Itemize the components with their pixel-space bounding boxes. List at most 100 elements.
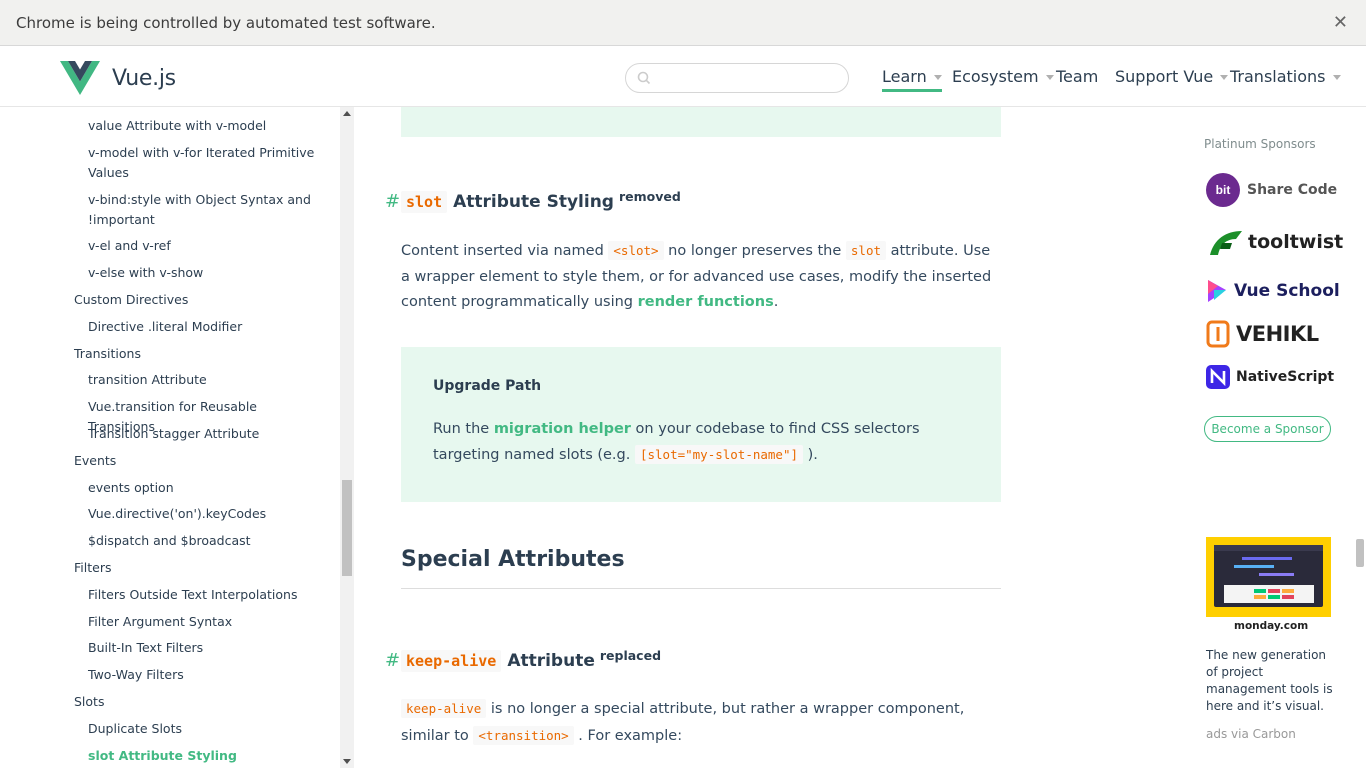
chevron-down-icon	[1332, 74, 1341, 80]
tooltwist-icon	[1210, 231, 1242, 255]
nav-learn[interactable]: Learn	[882, 67, 942, 92]
sidebar-item[interactable]: Vue.directive('on').keyCodes	[88, 504, 318, 524]
site-logo[interactable]: Vue.js	[60, 61, 176, 95]
sidebar-item[interactable]: v-el and v-ref	[88, 236, 318, 256]
nativescript-icon	[1206, 365, 1230, 389]
sidebar-item[interactable]: Built-In Text Filters	[88, 638, 318, 658]
section-paragraph: keep-alive is no longer a special attrib…	[401, 696, 1001, 749]
page-scrollbar-thumb[interactable]	[1356, 539, 1364, 567]
sidebar-item[interactable]: Directive .literal Modifier	[88, 317, 318, 337]
upgrade-path-box: Upgrade Path Run the migration helper on…	[401, 347, 1001, 502]
ad-image[interactable]	[1206, 537, 1331, 617]
main-content: # slot Attribute Styling removed Content…	[354, 107, 1184, 768]
replaced-badge: replaced	[599, 648, 662, 663]
page-scrollbar[interactable]	[1352, 107, 1366, 768]
sidebar-item[interactable]: $dispatch and $broadcast	[88, 531, 318, 551]
text: .	[773, 294, 779, 310]
text: no longer preserves the	[663, 243, 846, 259]
heading-title: Attribute	[507, 651, 595, 671]
nav-label: Team	[1056, 67, 1099, 86]
text: Run the	[433, 421, 494, 437]
sidebar-item[interactable]: v-model with v-for Iterated Primitive Va…	[88, 143, 318, 183]
sidebar-scrollbar[interactable]	[340, 107, 354, 768]
sponsors-title: Platinum Sponsors	[1204, 137, 1316, 151]
scroll-up-arrow-icon[interactable]	[343, 111, 351, 116]
sidebar-section[interactable]: Transitions	[74, 344, 141, 364]
infobar-text: Chrome is being controlled by automated …	[16, 13, 436, 32]
sidebar-item[interactable]: Transition stagger Attribute	[88, 424, 318, 444]
sponsor-name: Share Code	[1247, 182, 1338, 198]
heading-code: keep-alive	[401, 650, 502, 672]
ad-brand: monday.com	[1234, 620, 1309, 632]
migration-helper-link[interactable]: migration helper	[494, 421, 631, 437]
render-functions-link[interactable]: render functions	[638, 294, 774, 310]
scrollbar-thumb[interactable]	[342, 480, 352, 576]
sidebar-item[interactable]: value Attribute with v-model	[88, 116, 318, 136]
sidebar-section[interactable]: Custom Directives	[74, 290, 188, 310]
sidebar-item[interactable]: Filters Outside Text Interpolations	[88, 585, 318, 605]
tip-title: Upgrade Path	[433, 378, 542, 394]
ad-text[interactable]: The new generation of project management…	[1206, 647, 1336, 715]
section-paragraph: Content inserted via named <slot> no lon…	[401, 238, 1001, 316]
vehikl-icon	[1206, 320, 1230, 348]
sponsor-name: Vue School	[1234, 281, 1340, 301]
nav-team[interactable]: Team	[1056, 67, 1098, 86]
inline-code: [slot="my-slot-name"]	[634, 445, 804, 464]
sidebar-item[interactable]: Two-Way Filters	[88, 665, 318, 685]
sponsor-vueschool[interactable]: Vue School	[1206, 278, 1340, 304]
nav-label: Ecosystem	[952, 67, 1039, 86]
sidebar-item[interactable]: v-bind:style with Object Syntax and !imp…	[88, 190, 318, 230]
nav-label: Learn	[882, 67, 927, 86]
removed-badge: removed	[618, 189, 681, 204]
sidebar-item[interactable]: transition Attribute	[88, 370, 318, 390]
svg-text:bit: bit	[1216, 183, 1231, 197]
scroll-down-arrow-icon[interactable]	[343, 759, 351, 764]
text: . For example:	[573, 727, 683, 744]
inline-code: slot	[845, 241, 886, 260]
section-title-special-attributes: Special Attributes	[401, 547, 1001, 589]
nav-ecosystem[interactable]: Ecosystem	[952, 67, 1054, 86]
sidebar-item[interactable]: Filter Argument Syntax	[88, 612, 318, 632]
sponsors-column: Platinum Sponsors bit Share Code tooltwi…	[1184, 107, 1352, 768]
ad-screenshot-graphic	[1214, 545, 1323, 603]
site-header: Vue.js Learn Ecosystem Team Support Vue …	[0, 46, 1366, 107]
sponsor-bit[interactable]: bit Share Code	[1206, 173, 1337, 207]
inline-code: <transition>	[473, 725, 574, 745]
sidebar-item-active[interactable]: slot Attribute Styling	[88, 746, 318, 766]
vue-logo-icon	[60, 61, 100, 95]
close-icon[interactable]: ✕	[1333, 12, 1348, 33]
section-heading-keep-alive: # keep-alive Attribute replaced	[385, 648, 662, 672]
sidebar-item[interactable]: v-else with v-show	[88, 263, 318, 283]
heading-code: slot	[401, 191, 448, 213]
sponsor-vehikl[interactable]: VEHIKL	[1206, 320, 1319, 348]
search-input[interactable]	[656, 68, 836, 88]
ad-via-carbon[interactable]: ads via Carbon	[1206, 727, 1296, 741]
section-heading-slot: # slot Attribute Styling removed	[385, 189, 681, 213]
vueschool-icon	[1208, 280, 1226, 302]
nav-support-vue[interactable]: Support Vue	[1115, 67, 1229, 86]
anchor-link[interactable]: #	[385, 191, 400, 212]
nav-label: Support Vue	[1115, 67, 1214, 86]
search-box[interactable]	[625, 63, 849, 93]
sidebar-item[interactable]: Duplicate Slots	[88, 719, 318, 739]
anchor-link[interactable]: #	[385, 650, 400, 671]
text: Content inserted via named	[401, 243, 609, 259]
tip-text: Run the migration helper on your codebas…	[433, 417, 969, 468]
sidebar-section[interactable]: Events	[74, 451, 116, 471]
become-sponsor-button[interactable]: Become a Sponsor	[1204, 416, 1331, 442]
nav-translations[interactable]: Translations	[1230, 67, 1341, 86]
sidebar-item[interactable]: events option	[88, 478, 318, 498]
inline-code: <slot>	[608, 241, 664, 260]
sponsor-name: NativeScript	[1236, 369, 1335, 385]
sponsor-nativescript[interactable]: NativeScript	[1206, 365, 1334, 389]
text: ).	[803, 447, 818, 463]
ad-screenshot	[1214, 545, 1323, 607]
sponsor-tooltwist[interactable]: tooltwist	[1206, 225, 1343, 259]
sponsor-name: tooltwist	[1248, 231, 1344, 253]
tip-box-previous	[401, 107, 1001, 137]
search-icon	[637, 71, 651, 85]
sidebar-section[interactable]: Slots	[74, 692, 104, 712]
sidebar-nav: value Attribute with v-model v-model wit…	[0, 107, 340, 768]
sidebar-section[interactable]: Filters	[74, 558, 111, 578]
nav-label: Translations	[1230, 67, 1326, 86]
